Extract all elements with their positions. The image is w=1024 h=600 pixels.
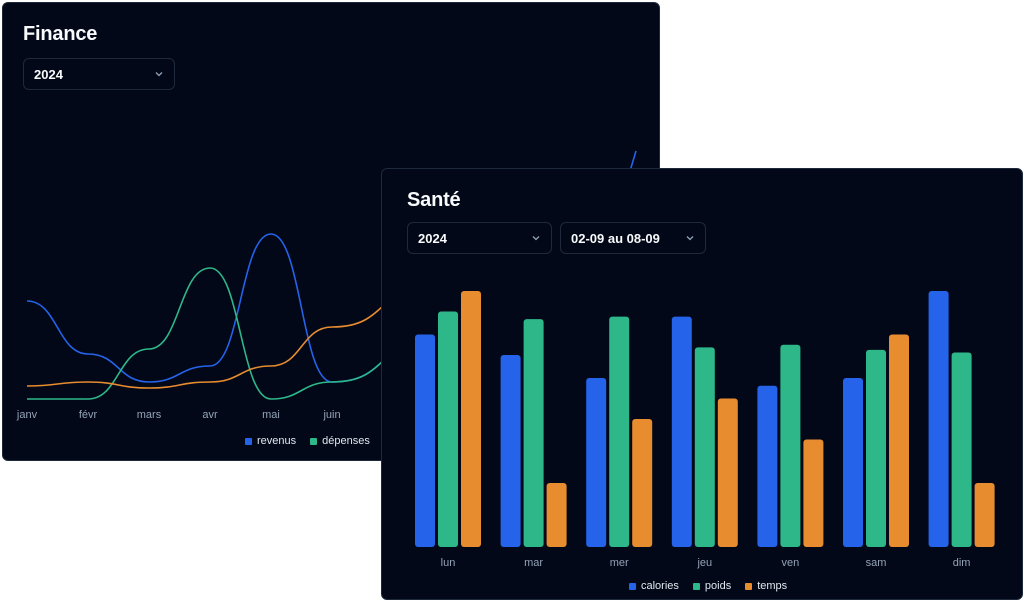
bar-calories-jeu [671,316,692,547]
x-tick-label: sam [866,557,887,569]
bar-temps-mer [632,419,653,547]
legend-label: poids [704,580,732,592]
bar-temps-jeu [717,398,738,547]
bar-poids-mer [609,316,630,547]
bar-poids-jeu [694,347,715,547]
bar-poids-lun [438,311,458,547]
legend-label: revenus [257,435,297,447]
x-tick-label: mai [262,409,280,421]
x-tick-label: lun [441,557,456,569]
x-tick-label: mar [524,557,543,569]
series-line-revenus [26,233,393,383]
legend-item: revenus [245,435,296,447]
x-tick-label: févr [79,409,98,421]
bar-temps-lun [461,291,481,547]
sante-bar-chart: lun mar mer jeu ven sam dim [415,291,995,569]
bar-poids-mar [523,319,544,547]
x-tick-label: ven [782,557,800,569]
legend-swatch [692,582,700,590]
x-tick-label: mars [137,409,162,421]
legend-swatch [310,437,318,445]
legend-swatch [629,582,636,590]
bar-temps-sam [889,334,909,547]
legend-label: temps [757,580,788,592]
bar-calories-dim [928,291,949,547]
x-tick-label: jeu [696,557,712,569]
series-line-dépenses [26,267,393,400]
bar-calories-lun [415,334,435,547]
sante-card: Santé 2024 02-09 au 08-09 lun mar mer jeu ve… [381,168,1023,600]
legend-item: dépenses [310,435,370,447]
legend-label: calories [641,580,679,592]
bar-poids-ven [780,344,801,547]
bar-temps-dim [974,483,995,547]
bar-calories-sam [843,378,863,547]
bar-poids-sam [866,349,886,547]
legend-item: poids [692,580,732,592]
x-tick-label: dim [953,557,971,569]
x-tick-label: mer [610,557,629,569]
legend-label: dépenses [322,435,370,447]
legend-swatch [745,582,753,590]
series-line-économies [26,296,393,389]
sante-legend: calories poids temps [629,580,787,592]
bar-temps-mar [546,483,567,547]
bar-poids-dim [951,352,972,547]
x-tick-label: juin [322,409,340,421]
bar-calories-mar [500,355,521,547]
legend-item: calories [629,580,679,592]
x-tick-label: avr [202,409,218,421]
legend-item: temps [745,580,787,592]
bar-temps-ven [803,439,824,547]
bar-calories-mer [586,378,607,547]
legend-swatch [245,437,252,445]
x-tick-label: janv [16,409,38,421]
bar-calories-ven [757,385,778,547]
